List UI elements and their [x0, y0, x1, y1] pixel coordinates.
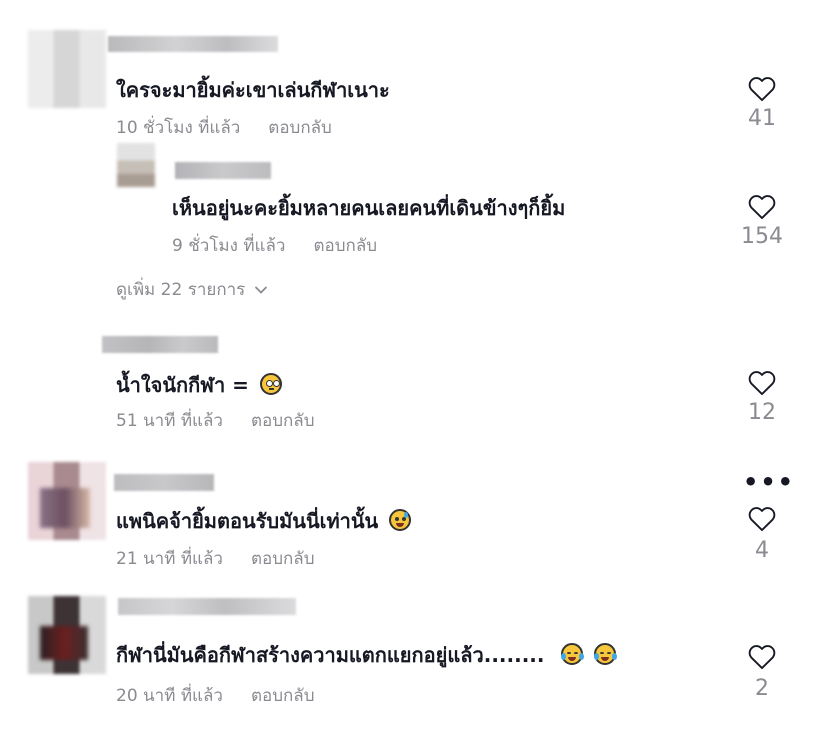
comment-text: กีฬานี่มันคือกีฬาสร้างความแตกแยกอยู่แล้ว…	[116, 639, 618, 671]
tears-of-joy-emoji	[594, 643, 618, 665]
flushed-face-emoji	[259, 373, 282, 395]
comment-text: น้ำใจนักกีฬา =	[116, 369, 282, 401]
more-icon[interactable]: •••	[743, 468, 795, 496]
username-blurred[interactable]	[114, 474, 214, 491]
comment-text: แพนิคจ้ายิ้มตอนรับมันนี่เท่านั้น	[116, 505, 412, 537]
comment-text: ใครจะมายิ้มค่ะเขาเล่นกีฬาเนาะ	[116, 78, 390, 102]
comment-meta: 9 ชั่วโมง ที่แล้ว ตอบกลับ	[172, 232, 377, 259]
username-blurred[interactable]	[175, 162, 271, 179]
like-button[interactable]	[748, 370, 776, 400]
like-button[interactable]	[748, 194, 776, 224]
comment-meta: 10 ชั่วโมง ที่แล้ว ตอบกลับ	[116, 114, 332, 141]
avatar-detail	[40, 626, 88, 660]
like-count: 154	[741, 224, 783, 249]
comment-time: 20 นาที ที่แล้ว	[116, 686, 223, 706]
heart-outline-icon	[748, 507, 776, 532]
reply-button[interactable]: ตอบกลับ	[251, 686, 315, 706]
username-blurred[interactable]	[118, 598, 296, 615]
reply-button[interactable]: ตอบกลับ	[251, 549, 315, 569]
avatar-detail	[40, 488, 90, 528]
username-blurred[interactable]	[102, 336, 218, 353]
tears-of-joy-emoji	[561, 643, 585, 665]
comment-meta: 51 นาที ที่แล้ว ตอบกลับ	[116, 407, 315, 434]
grinning-sweat-emoji	[389, 509, 412, 531]
like-button[interactable]	[748, 506, 776, 536]
reply-button[interactable]: ตอบกลับ	[268, 118, 332, 138]
comment-text-body: แพนิคจ้ายิ้มตอนรับมันนี่เท่านั้น	[116, 509, 379, 533]
like-button[interactable]	[748, 644, 776, 674]
heart-outline-icon	[748, 645, 776, 670]
like-count: 12	[748, 400, 776, 425]
like-count: 4	[755, 538, 769, 563]
username-blurred[interactable]	[108, 36, 278, 52]
reply-button[interactable]: ตอบกลับ	[251, 411, 315, 431]
heart-outline-icon	[748, 77, 776, 102]
reply-button[interactable]: ตอบกลับ	[313, 236, 377, 256]
view-more-label: ดูเพิ่ม 22 รายการ	[116, 280, 246, 300]
comment-time: 21 นาที ที่แล้ว	[116, 549, 223, 569]
heart-outline-icon	[748, 195, 776, 220]
comment-time: 51 นาที ที่แล้ว	[116, 411, 223, 431]
comment-meta: 20 นาที ที่แล้ว ตอบกลับ	[116, 682, 315, 709]
comment-meta: 21 นาที ที่แล้ว ตอบกลับ	[116, 545, 315, 572]
avatar[interactable]	[117, 143, 155, 187]
comment-time: 10 ชั่วโมง ที่แล้ว	[116, 118, 241, 138]
like-button[interactable]	[748, 76, 776, 106]
comment-time: 9 ชั่วโมง ที่แล้ว	[172, 236, 286, 256]
avatar[interactable]	[28, 30, 106, 108]
chevron-down-icon	[255, 286, 268, 293]
comment-text: เห็นอยู่นะคะยิ้มหลายคนเลยคนที่เดินข้างๆก…	[172, 196, 566, 220]
comment-text-body: น้ำใจนักกีฬา =	[116, 373, 249, 397]
comment-text-body: กีฬานี่มันคือกีฬาสร้างความแตกแยกอยู่แล้ว…	[116, 643, 545, 667]
like-count: 41	[748, 106, 776, 131]
heart-outline-icon	[748, 371, 776, 396]
like-count: 2	[755, 676, 769, 701]
view-more-replies-button[interactable]: ดูเพิ่ม 22 รายการ	[116, 276, 269, 303]
